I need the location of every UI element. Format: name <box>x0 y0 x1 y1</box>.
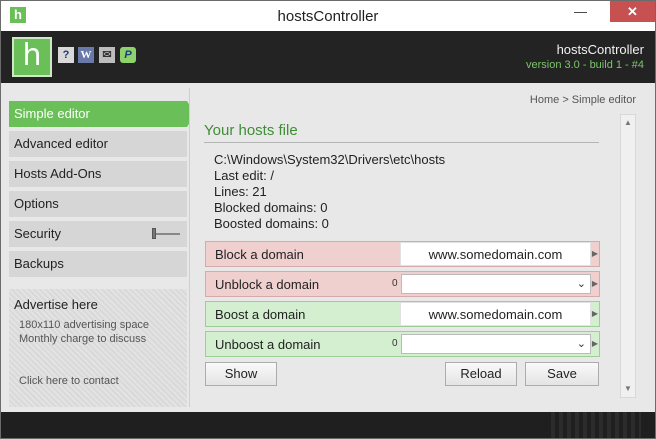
title-divider <box>204 142 599 143</box>
last-edit: Last edit: / <box>214 168 274 183</box>
unboost-domain-row: Unboost a domain 0 ⌄ ▶ <box>205 331 600 357</box>
advertise-charge: Monthly charge to discuss <box>19 333 147 345</box>
block-go-icon[interactable]: ▶ <box>591 242 599 266</box>
show-button[interactable]: Show <box>205 362 277 386</box>
unblock-count: 0 <box>392 278 398 289</box>
sidebar-item-security[interactable]: Security <box>9 221 187 247</box>
brand-block: hostsController version 3.0 - build 1 - … <box>526 42 644 71</box>
unblock-go-icon[interactable]: ▶ <box>591 272 599 296</box>
security-slider-track[interactable] <box>152 233 180 235</box>
block-domain-label: Block a domain <box>215 247 304 262</box>
footer-decoration <box>551 412 641 438</box>
header-band: h ? W ✉ P hostsController version 3.0 - … <box>1 31 655 83</box>
page-title: Your hosts file <box>204 122 298 139</box>
advertise-contact-link[interactable]: Click here to contact <box>19 375 119 387</box>
boosted-count: Boosted domains: 0 <box>214 216 329 231</box>
chevron-down-icon: ⌄ <box>576 278 586 290</box>
sidebar-item-simple-editor[interactable]: Simple editor <box>9 101 195 127</box>
hosts-file-path: C:\Windows\System32\Drivers\etc\hosts <box>214 152 446 167</box>
sidebar-item-label: Hosts Add-Ons <box>14 166 102 181</box>
advertise-panel[interactable]: Advertise here 180x110 advertising space… <box>9 289 187 407</box>
sidebar-item-options[interactable]: Options <box>9 191 187 217</box>
app-window: h hostsController — ✕ h ? W ✉ P hostsCon… <box>0 0 656 439</box>
main-panel: Home > Simple editor ▲ ▼ Your hosts file… <box>189 88 639 407</box>
sidebar-item-advanced-editor[interactable]: Advanced editor <box>9 131 187 157</box>
paypal-icon[interactable]: P <box>120 47 136 63</box>
window-title: hostsController <box>277 8 379 25</box>
sidebar-item-label: Security <box>14 226 61 241</box>
unblock-domain-select[interactable]: ⌄ <box>401 274 591 294</box>
boost-domain-row: Boost a domain www.somedomain.com ▶ <box>205 301 600 327</box>
close-button[interactable]: ✕ <box>610 1 655 22</box>
app-name: hostsController <box>556 42 644 57</box>
boost-go-icon[interactable]: ▶ <box>591 302 599 326</box>
help-icon[interactable]: ? <box>58 47 74 63</box>
line-count: Lines: 21 <box>214 184 267 199</box>
scroll-down-icon[interactable]: ▼ <box>621 381 635 397</box>
unboost-domain-select[interactable]: ⌄ <box>401 334 591 354</box>
sidebar-item-label: Backups <box>14 256 64 271</box>
wiki-icon[interactable]: W <box>78 47 94 63</box>
logo: h <box>12 37 52 77</box>
boost-domain-label: Boost a domain <box>215 307 306 322</box>
advertise-title: Advertise here <box>14 297 98 312</box>
unblock-domain-label: Unblock a domain <box>215 277 320 292</box>
unblock-domain-row: Unblock a domain 0 ⌄ ▶ <box>205 271 600 297</box>
reload-button[interactable]: Reload <box>445 362 517 386</box>
scroll-up-icon[interactable]: ▲ <box>621 115 635 131</box>
title-bar[interactable]: h hostsController — ✕ <box>1 1 655 31</box>
minimize-button[interactable]: — <box>567 1 594 22</box>
mail-icon[interactable]: ✉ <box>99 47 115 63</box>
sidebar: Simple editor Advanced editor Hosts Add-… <box>9 101 195 407</box>
boost-domain-input[interactable]: www.somedomain.com <box>400 302 591 326</box>
blocked-count: Blocked domains: 0 <box>214 200 328 215</box>
save-button[interactable]: Save <box>525 362 599 386</box>
sidebar-item-label: Options <box>14 196 59 211</box>
advertise-size: 180x110 advertising space <box>19 319 150 331</box>
sidebar-item-backups[interactable]: Backups <box>9 251 187 277</box>
sidebar-item-label: Advanced editor <box>14 136 108 151</box>
version-label: version 3.0 - build 1 - #4 <box>525 59 644 71</box>
block-domain-row: Block a domain www.somedomain.com ▶ <box>205 241 600 267</box>
sidebar-item-hosts-add-ons[interactable]: Hosts Add-Ons <box>9 161 187 187</box>
block-domain-input[interactable]: www.somedomain.com <box>400 242 591 266</box>
unboost-domain-label: Unboost a domain <box>215 337 321 352</box>
footer-bar <box>1 412 655 438</box>
sidebar-item-label: Simple editor <box>14 106 90 121</box>
unboost-go-icon[interactable]: ▶ <box>591 332 599 356</box>
unboost-count: 0 <box>392 338 398 349</box>
security-slider-thumb[interactable] <box>152 228 156 239</box>
breadcrumb: Home > Simple editor <box>529 94 636 106</box>
chevron-down-icon: ⌄ <box>576 338 586 350</box>
vertical-scrollbar[interactable]: ▲ ▼ <box>620 114 636 398</box>
